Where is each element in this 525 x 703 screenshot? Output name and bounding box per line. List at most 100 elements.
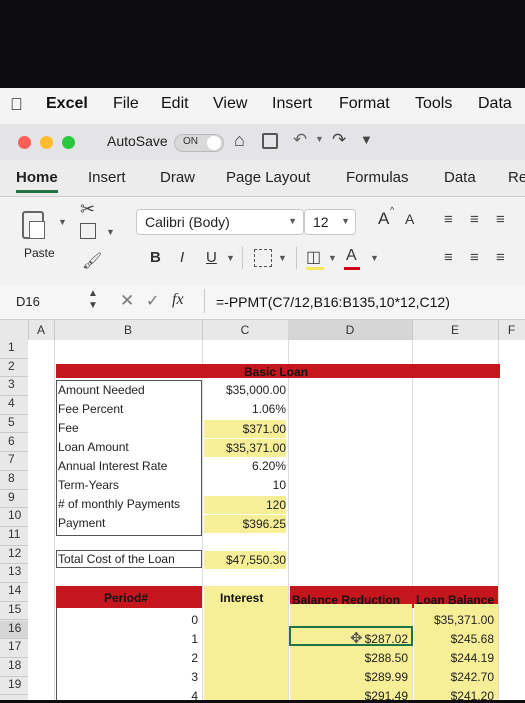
value-loan-amount[interactable]: $35,371.00 xyxy=(204,439,286,457)
menu-file[interactable]: File xyxy=(113,95,139,113)
row-header[interactable]: 10 xyxy=(0,508,28,527)
row-header[interactable]: 18 xyxy=(0,658,28,677)
label-fee-percent[interactable]: Fee Percent xyxy=(58,402,123,416)
column-header-a[interactable]: A xyxy=(28,320,55,340)
underline-button[interactable]: U xyxy=(206,249,217,266)
table-cell-loan-balance[interactable]: $245.68 xyxy=(414,632,494,646)
row-header[interactable]: 13 xyxy=(0,564,28,584)
table-cell-period[interactable]: 3 xyxy=(56,670,198,684)
menu-data[interactable]: Data xyxy=(478,95,512,113)
worksheet-grid[interactable]: Basic Loan Amount Needed Fee Percent Fee… xyxy=(28,340,525,703)
table-cell-period[interactable]: 0 xyxy=(56,613,198,627)
tab-draw[interactable]: Draw xyxy=(160,169,195,186)
table-cell-balance-reduction[interactable]: $287.02 xyxy=(290,632,408,646)
row-header[interactable]: 1 xyxy=(0,340,28,359)
font-size-dropdown[interactable]: 12 ▼ xyxy=(304,209,356,235)
close-window-button[interactable] xyxy=(18,136,31,149)
align-middle-icon[interactable]: ≡ xyxy=(470,211,479,228)
label-total-cost[interactable]: Total Cost of the Loan xyxy=(58,552,175,566)
insert-function-button[interactable]: fx xyxy=(172,291,184,309)
tab-data[interactable]: Data xyxy=(444,169,476,186)
row-header[interactable]: 9 xyxy=(0,490,28,509)
align-right-icon[interactable]: ≡ xyxy=(496,249,505,266)
row-header[interactable]: 6 xyxy=(0,434,28,453)
row-header[interactable]: 3 xyxy=(0,377,28,397)
name-box-stepper-icon[interactable]: ▲ ▼ xyxy=(88,288,98,312)
row-header[interactable]: 7 xyxy=(0,452,28,471)
align-bottom-icon[interactable]: ≡ xyxy=(496,211,505,228)
value-fee[interactable]: $371.00 xyxy=(204,420,286,438)
grow-font-button[interactable]: A xyxy=(378,209,389,229)
row-header[interactable]: 15 xyxy=(0,602,28,621)
borders-icon[interactable] xyxy=(254,249,272,267)
align-top-icon[interactable]: ≡ xyxy=(444,211,453,228)
align-center-icon[interactable]: ≡ xyxy=(470,249,479,266)
table-cell-period[interactable]: 4 xyxy=(56,689,198,703)
value-payment[interactable]: $396.25 xyxy=(204,515,286,533)
table-cell-loan-balance[interactable]: $35,371.00 xyxy=(414,613,494,627)
table-cell-balance-reduction[interactable]: $289.99 xyxy=(290,670,408,684)
row-header[interactable]: 2 xyxy=(0,359,28,378)
home-icon[interactable]: ⌂ xyxy=(234,130,245,151)
row-header[interactable]: 8 xyxy=(0,471,28,490)
paste-options-chevron-icon[interactable]: ▼ xyxy=(58,217,67,227)
format-painter-icon[interactable]: 🖌 xyxy=(82,251,102,271)
undo-dropdown-icon[interactable]: ▼ xyxy=(315,134,324,144)
label-loan-amount[interactable]: Loan Amount xyxy=(58,440,129,454)
undo-icon[interactable]: ↶ xyxy=(293,130,307,150)
table-cell-loan-balance[interactable]: $241.20 xyxy=(414,689,494,703)
value-monthly-payments[interactable]: 120 xyxy=(204,496,286,514)
italic-button[interactable]: I xyxy=(180,249,184,266)
table-cell-loan-balance[interactable]: $244.19 xyxy=(414,651,494,665)
row-header[interactable]: 12 xyxy=(0,546,28,565)
table-cell-period[interactable]: 1 xyxy=(56,632,198,646)
minimize-window-button[interactable] xyxy=(40,136,53,149)
table-cell-balance-reduction[interactable]: $288.50 xyxy=(290,651,408,665)
underline-chevron-icon[interactable]: ▼ xyxy=(226,253,235,263)
row-header[interactable]: 14 xyxy=(0,583,28,602)
row-header[interactable]: 16 xyxy=(0,620,28,640)
paste-button[interactable] xyxy=(20,207,50,241)
font-color-chevron-icon[interactable]: ▼ xyxy=(370,253,379,263)
bold-button[interactable]: B xyxy=(150,249,161,266)
tab-formulas[interactable]: Formulas xyxy=(346,169,409,186)
tab-home[interactable]: Home xyxy=(16,169,58,193)
column-header-c[interactable]: C xyxy=(202,320,289,340)
table-cell-period[interactable]: 2 xyxy=(56,651,198,665)
row-header[interactable]: 5 xyxy=(0,415,28,434)
row-header[interactable]: 19 xyxy=(0,677,28,696)
menu-tools[interactable]: Tools xyxy=(415,95,452,113)
cancel-entry-icon[interactable]: ✕ xyxy=(120,291,134,311)
cut-icon[interactable]: ✂ xyxy=(80,199,95,220)
label-amount-needed[interactable]: Amount Needed xyxy=(58,383,145,397)
shrink-font-button[interactable]: A xyxy=(405,211,414,227)
row-header[interactable]: 17 xyxy=(0,639,28,658)
column-header-e[interactable]: E xyxy=(412,320,499,340)
table-cell-balance-reduction[interactable]: $291.49 xyxy=(290,689,408,703)
align-left-icon[interactable]: ≡ xyxy=(444,249,453,266)
copy-icon[interactable] xyxy=(80,223,96,239)
name-box[interactable]: D16 xyxy=(16,294,40,309)
tab-page-layout[interactable]: Page Layout xyxy=(226,169,310,186)
label-annual-interest-rate[interactable]: Annual Interest Rate xyxy=(58,459,167,473)
borders-chevron-icon[interactable]: ▼ xyxy=(278,253,287,263)
redo-icon[interactable]: ↷ xyxy=(332,130,346,150)
value-amount-needed[interactable]: $35,000.00 xyxy=(204,383,286,397)
select-all-corner[interactable] xyxy=(0,320,29,340)
tab-review[interactable]: Re xyxy=(508,169,525,186)
save-icon[interactable] xyxy=(262,133,278,149)
autosave-toggle[interactable]: ON xyxy=(174,134,224,152)
copy-chevron-icon[interactable]: ▼ xyxy=(106,227,115,237)
menu-edit[interactable]: Edit xyxy=(161,95,189,113)
label-payment[interactable]: Payment xyxy=(58,516,105,530)
value-total-cost[interactable]: $47,550.30 xyxy=(204,551,286,569)
label-fee[interactable]: Fee xyxy=(58,421,79,435)
column-header-b[interactable]: B xyxy=(54,320,203,340)
row-header[interactable]: 11 xyxy=(0,527,28,546)
column-header-f[interactable]: F xyxy=(498,320,525,340)
font-color-button[interactable]: A xyxy=(346,247,357,265)
label-term-years[interactable]: Term-Years xyxy=(58,478,119,492)
apple-icon[interactable]:  xyxy=(10,95,23,115)
table-cell-loan-balance[interactable]: $242.70 xyxy=(414,670,494,684)
label-monthly-payments[interactable]: # of monthly Payments xyxy=(58,497,180,511)
